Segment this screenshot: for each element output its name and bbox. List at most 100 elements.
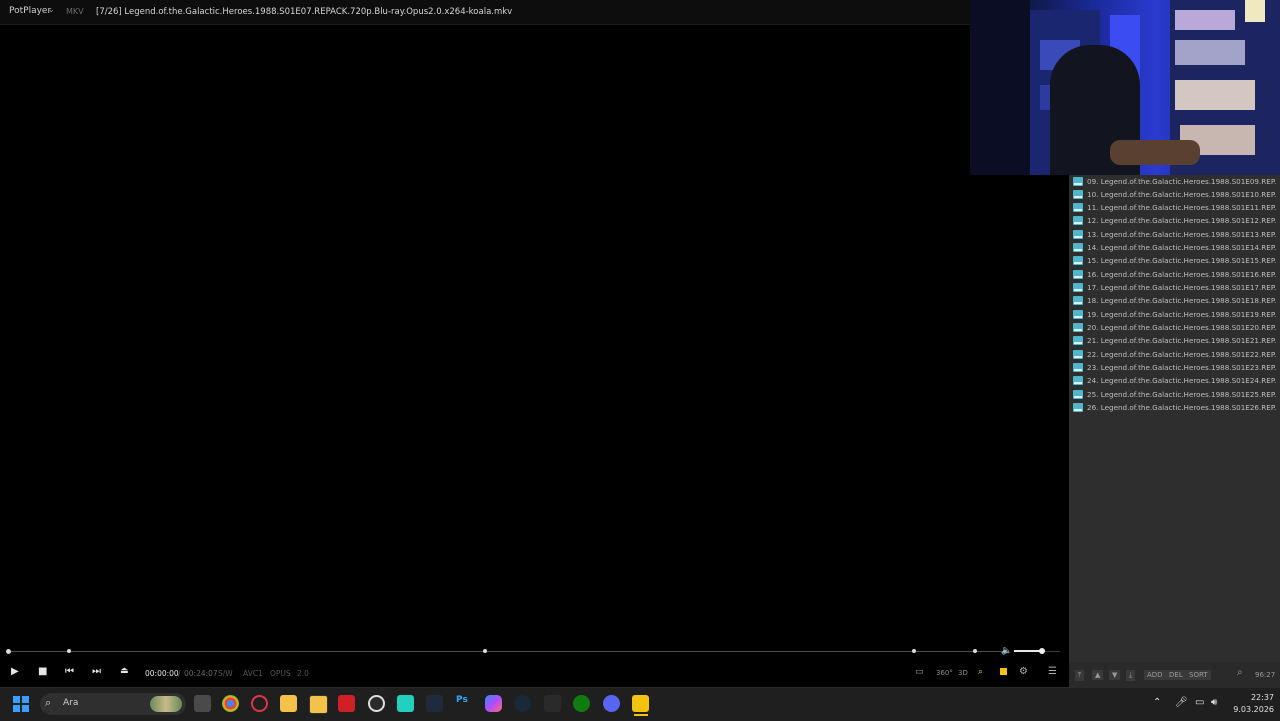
playlist-item[interactable]: 16. Legend.of.the.Galactic.Heroes.1988.S… <box>1073 268 1277 281</box>
discord-icon[interactable] <box>603 695 620 712</box>
search-icon: ⌕ <box>45 696 52 709</box>
video-file-icon <box>1073 323 1083 332</box>
potplayer-icon[interactable] <box>632 695 649 712</box>
chapter-marker[interactable] <box>483 649 487 653</box>
epic-games-icon[interactable] <box>544 695 561 712</box>
app-icon[interactable] <box>397 695 414 712</box>
stop-icon[interactable]: ■ <box>38 666 47 677</box>
video-file-icon <box>1073 203 1083 212</box>
copilot-icon[interactable] <box>485 695 502 712</box>
windows-start-icon[interactable] <box>13 696 29 712</box>
opera-icon[interactable] <box>251 695 268 712</box>
decoder-badge[interactable]: S/W <box>218 669 233 678</box>
move-top-icon[interactable]: ⤒ <box>1075 670 1085 681</box>
seek-handle[interactable] <box>6 649 11 654</box>
steam-icon[interactable] <box>514 695 531 712</box>
format-label: MKV <box>66 7 84 16</box>
video-file-icon <box>1073 243 1083 252</box>
monitor-icon[interactable]: ▭ <box>915 667 924 677</box>
playlist-toggle-icon[interactable] <box>1000 668 1007 675</box>
chrome-icon[interactable] <box>222 695 239 712</box>
playlist-item[interactable]: 15. Legend.of.the.Galactic.Heroes.1988.S… <box>1073 254 1277 267</box>
video-file-icon <box>1073 216 1083 225</box>
file-explorer-icon[interactable] <box>280 695 297 712</box>
webcam-overlay <box>970 0 1280 175</box>
video-file-icon <box>1073 403 1083 412</box>
eject-icon[interactable]: ⏏ <box>120 666 129 676</box>
chapter-marker[interactable] <box>973 649 977 653</box>
store-icon[interactable] <box>309 695 328 714</box>
volume-handle[interactable] <box>1038 648 1045 654</box>
speaker-icon[interactable]: 🔈 <box>1001 646 1012 656</box>
seek-track[interactable] <box>8 651 1008 652</box>
netflix-icon[interactable] <box>338 695 355 712</box>
playlist-item[interactable]: 11. Legend.of.the.Galactic.Heroes.1988.S… <box>1073 201 1277 214</box>
next-icon[interactable]: ⏭ <box>92 666 101 677</box>
menu-icon[interactable]: ☰ <box>1048 666 1057 677</box>
3d-toggle[interactable]: 3D <box>958 669 968 677</box>
gear-icon[interactable]: ⚙ <box>1019 666 1028 677</box>
search-placeholder: Ara <box>63 698 79 708</box>
total-time: 00:24:07 <box>184 669 218 678</box>
chapter-marker[interactable] <box>912 649 916 653</box>
photoshop-icon[interactable]: Ps <box>456 695 473 712</box>
playlist-item[interactable]: 21. Legend.of.the.Galactic.Heroes.1988.S… <box>1073 334 1277 347</box>
search-icon[interactable]: ⌕ <box>1237 667 1243 678</box>
app-menu-button[interactable]: PotPlayer <box>9 6 51 16</box>
task-view-icon[interactable] <box>194 695 211 712</box>
video-area[interactable] <box>0 25 1069 645</box>
playlist-item[interactable]: 25. Legend.of.the.Galactic.Heroes.1988.S… <box>1073 388 1277 401</box>
current-time: 00:00:00 <box>145 669 179 678</box>
search-highlight-image[interactable] <box>150 696 182 712</box>
playlist-item[interactable]: 23. Legend.of.the.Galactic.Heroes.1988.S… <box>1073 361 1277 374</box>
playlist-item[interactable]: 10. Legend.of.the.Galactic.Heroes.1988.S… <box>1073 188 1277 201</box>
app-icon[interactable] <box>426 695 443 712</box>
clock-date[interactable]: 9.03.2026 <box>1228 705 1274 714</box>
seek-bar[interactable] <box>0 645 1069 659</box>
delete-button[interactable]: DEL <box>1166 670 1186 680</box>
video-file-icon <box>1073 190 1083 199</box>
move-bottom-icon[interactable]: ⤓ <box>1126 670 1136 681</box>
video-file-icon <box>1073 390 1083 399</box>
video-codec-badge[interactable]: AVC1 <box>243 669 263 678</box>
playlist-item[interactable]: 22. Legend.of.the.Galactic.Heroes.1988.S… <box>1073 348 1277 361</box>
move-up-icon[interactable]: ▲ <box>1092 670 1104 680</box>
video-file-icon <box>1073 270 1083 279</box>
video-file-icon <box>1073 283 1083 292</box>
chevron-up-icon[interactable]: ⌃ <box>1153 697 1161 708</box>
chevron-down-icon[interactable]: ⌄ <box>48 5 55 14</box>
video-file-icon <box>1073 350 1083 359</box>
network-icon[interactable]: ▭ <box>1195 697 1204 708</box>
channels-badge[interactable]: 2.0 <box>297 669 309 678</box>
playlist-item[interactable]: 24. Legend.of.the.Galactic.Heroes.1988.S… <box>1073 374 1277 387</box>
360-toggle[interactable]: 360° <box>936 669 953 677</box>
xbox-icon[interactable] <box>573 695 590 712</box>
playlist-item[interactable]: 20. Legend.of.the.Galactic.Heroes.1988.S… <box>1073 321 1277 334</box>
microphone-icon[interactable]: 🎤︎ <box>1175 697 1188 708</box>
search-icon[interactable]: ⌕ <box>978 667 983 677</box>
time-separator: / <box>178 669 181 678</box>
audio-codec-badge[interactable]: OPUS <box>270 669 291 678</box>
playlist-item[interactable]: 14. Legend.of.the.Galactic.Heroes.1988.S… <box>1073 241 1277 254</box>
playlist-item[interactable]: 17. Legend.of.the.Galactic.Heroes.1988.S… <box>1073 281 1277 294</box>
playlist-item[interactable]: 09. Legend.of.the.Galactic.Heroes.1988.S… <box>1073 175 1277 188</box>
playlist-item[interactable]: 13. Legend.of.the.Galactic.Heroes.1988.S… <box>1073 228 1277 241</box>
video-file-icon <box>1073 363 1083 372</box>
sort-button[interactable]: SORT <box>1186 670 1211 680</box>
move-down-icon[interactable]: ▼ <box>1109 670 1121 680</box>
video-file-icon <box>1073 336 1083 345</box>
obs-icon[interactable] <box>368 695 385 712</box>
add-button[interactable]: ADD <box>1144 670 1166 680</box>
clock-time[interactable]: 22:37 <box>1244 693 1274 702</box>
play-icon[interactable]: ▶ <box>11 666 19 677</box>
video-file-icon <box>1073 376 1083 385</box>
playlist-item[interactable]: 18. Legend.of.the.Galactic.Heroes.1988.S… <box>1073 294 1277 307</box>
video-file-icon <box>1073 310 1083 319</box>
volume-icon[interactable]: 🔊︎ <box>1211 697 1217 708</box>
playlist-item[interactable]: 26. Legend.of.the.Galactic.Heroes.1988.S… <box>1073 401 1277 414</box>
playlist-item[interactable]: 19. Legend.of.the.Galactic.Heroes.1988.S… <box>1073 308 1277 321</box>
chapter-marker[interactable] <box>67 649 71 653</box>
previous-icon[interactable]: ⏮ <box>65 666 74 677</box>
playlist-item[interactable]: 12. Legend.of.the.Galactic.Heroes.1988.S… <box>1073 214 1277 227</box>
playlist-panel: 09. Legend.of.the.Galactic.Heroes.1988.S… <box>1069 175 1280 662</box>
